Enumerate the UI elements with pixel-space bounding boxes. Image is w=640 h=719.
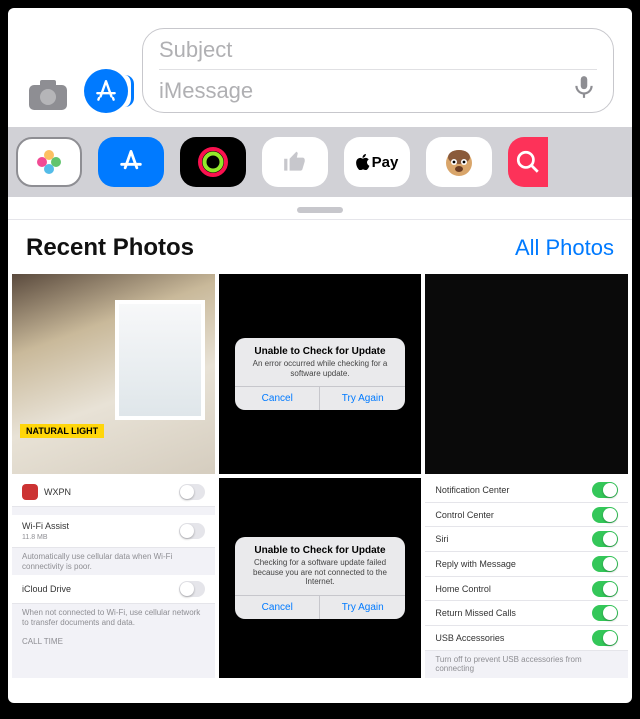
compose-box[interactable]: Subject iMessage xyxy=(142,28,614,113)
icloud-note: When not connected to Wi-Fi, use cellula… xyxy=(12,604,215,631)
wifi-note: Automatically use cellular data when Wi-… xyxy=(12,548,215,575)
usb-label: USB Accessories xyxy=(435,633,504,643)
camera-icon[interactable] xyxy=(26,77,70,113)
home-indicator[interactable] xyxy=(245,692,395,697)
return-calls-label: Return Missed Calls xyxy=(435,608,516,618)
photo-grid: NATURAL LIGHT Unable to Check for Update… xyxy=(8,274,632,703)
photo-thumbnail[interactable]: Notification Center Control Center Siri … xyxy=(425,478,628,678)
natural-light-badge: NATURAL LIGHT xyxy=(20,424,104,438)
dialog-cancel: Cancel xyxy=(235,387,321,410)
photo-thumbnail[interactable]: NATURAL LIGHT xyxy=(12,274,215,474)
reply-msg-label: Reply with Message xyxy=(435,559,516,569)
photos-app-icon[interactable] xyxy=(16,137,82,187)
dialog-try-again: Try Again xyxy=(320,387,405,410)
microphone-icon[interactable] xyxy=(571,74,599,102)
dialog-try-again: Try Again xyxy=(320,596,405,619)
wifi-assist-label: Wi-Fi Assist xyxy=(22,521,69,531)
app-store-app-icon[interactable] xyxy=(98,137,164,187)
control-center-label: Control Center xyxy=(435,510,494,520)
dialog-body: An error occurred while checking for a s… xyxy=(235,359,405,386)
call-time-header: CALL TIME xyxy=(12,631,215,648)
dialog-title: Unable to Check for Update xyxy=(235,537,405,558)
notif-center-label: Notification Center xyxy=(435,485,509,495)
app-store-toggle[interactable] xyxy=(84,69,128,113)
photo-thumbnail[interactable]: Unable to Check for Update An error occu… xyxy=(219,274,422,474)
all-photos-link[interactable]: All Photos xyxy=(515,235,614,261)
recent-photos-title: Recent Photos xyxy=(26,234,194,262)
search-app-icon[interactable] xyxy=(508,137,548,187)
siri-label: Siri xyxy=(435,534,448,544)
app-strip[interactable]: Pay xyxy=(8,127,632,197)
section-header: Recent Photos All Photos xyxy=(8,220,632,274)
subject-input[interactable]: Subject xyxy=(159,37,597,70)
photo-thumbnail[interactable] xyxy=(425,274,628,474)
thumbs-app-icon[interactable] xyxy=(262,137,328,187)
photo-thumbnail[interactable]: Unable to Check for Update Checking for … xyxy=(219,478,422,678)
home-control-label: Home Control xyxy=(435,584,491,594)
wifi-size: 11.8 MB xyxy=(22,534,48,541)
photo-thumbnail[interactable]: WXPN Wi-Fi Assist 11.8 MB Automatically u… xyxy=(12,478,215,678)
animoji-app-icon[interactable] xyxy=(426,137,492,187)
drawer-handle[interactable] xyxy=(297,207,343,213)
dialog-body: Checking for a software update failed be… xyxy=(235,558,405,595)
usb-note: Turn off to prevent USB accessories from… xyxy=(425,651,628,678)
compose-row: Subject iMessage xyxy=(8,8,632,127)
apple-pay-label: Pay xyxy=(372,154,399,171)
apple-pay-app-icon[interactable]: Pay xyxy=(344,137,410,187)
activity-app-icon[interactable] xyxy=(180,137,246,187)
drawer-handle-area xyxy=(8,197,632,219)
dialog-cancel: Cancel xyxy=(235,596,321,619)
dialog-title: Unable to Check for Update xyxy=(235,338,405,359)
icloud-drive-label: iCloud Drive xyxy=(22,584,71,594)
wxpn-label: WXPN xyxy=(44,487,71,497)
message-input[interactable]: iMessage xyxy=(159,74,597,104)
